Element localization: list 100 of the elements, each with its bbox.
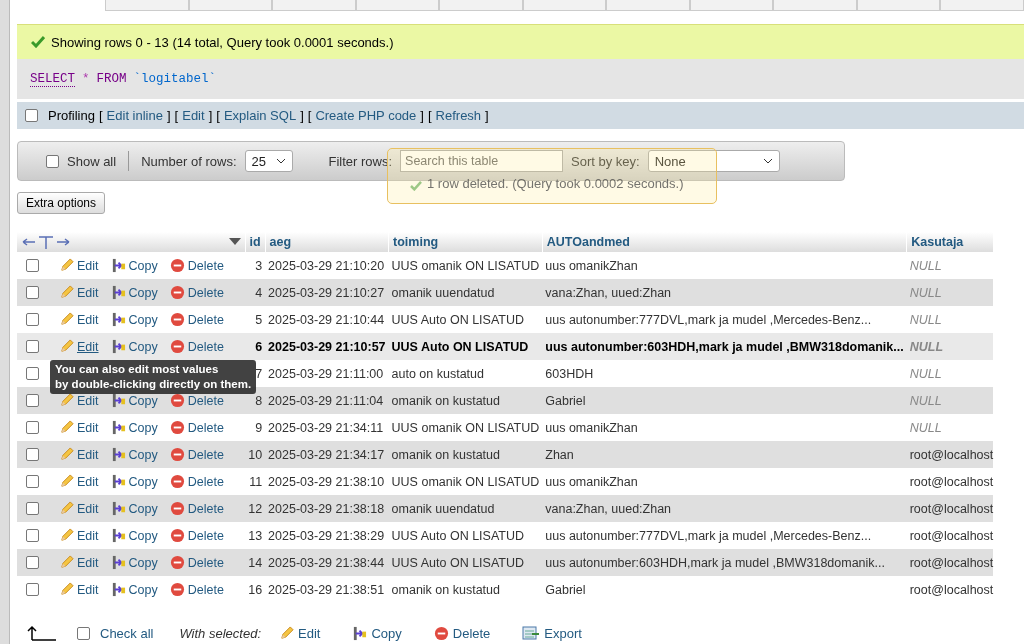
row-checkbox[interactable] <box>26 475 39 488</box>
table-cell: 2025-03-29 21:11:04 <box>265 387 389 414</box>
extra-options-button[interactable]: Extra options <box>17 192 106 214</box>
edit-link[interactable]: Edit <box>59 258 99 273</box>
table-cell: root@localhost <box>906 522 994 549</box>
copy-link[interactable]: Copy <box>110 447 158 462</box>
copy-icon <box>110 528 126 543</box>
table-cell: NULL <box>906 306 994 333</box>
row-checkbox[interactable] <box>26 583 39 596</box>
copy-link[interactable]: Copy <box>110 420 158 435</box>
copy-icon <box>110 312 126 327</box>
table-cell: 2025-03-29 21:38:18 <box>265 495 389 522</box>
copy-action[interactable]: Copy <box>352 625 402 641</box>
row-checkbox[interactable] <box>26 556 39 569</box>
copy-link[interactable]: Copy <box>110 312 158 327</box>
copy-link[interactable]: Copy <box>110 582 158 597</box>
table-cell: vana:Zhan, uued:Zhan <box>542 279 907 306</box>
pencil-icon <box>59 582 74 597</box>
copy-link[interactable]: Copy <box>110 528 158 543</box>
edit-link[interactable]: Edit <box>59 312 99 327</box>
copy-link[interactable]: Copy <box>110 474 158 489</box>
row-checkbox[interactable] <box>26 529 39 542</box>
table-cell: UUS omanik ON LISATUD <box>388 252 543 279</box>
bracket: [ <box>216 108 220 123</box>
profiling-link[interactable]: Refresh <box>435 108 482 123</box>
delete-link[interactable]: Delete <box>169 447 224 462</box>
filter-field[interactable]: Search this table <box>400 150 564 172</box>
table-cell: NULL <box>906 252 994 279</box>
row-checkbox[interactable] <box>26 448 39 461</box>
edit-link[interactable]: Edit <box>59 393 99 408</box>
rows-select[interactable]: 25 <box>244 150 293 172</box>
delete-link[interactable]: Delete <box>169 285 224 300</box>
copy-link[interactable]: Copy <box>110 258 158 273</box>
edit-link[interactable]: Edit <box>59 285 99 300</box>
profiling-label: Profiling <box>48 108 95 123</box>
copy-icon <box>110 501 126 516</box>
bracket: [ <box>427 108 432 123</box>
export-action[interactable]: Export <box>522 625 582 641</box>
table-cell: omanik on kustatud <box>388 387 543 414</box>
row-checkbox[interactable] <box>26 367 39 380</box>
row-checkbox[interactable] <box>26 394 39 407</box>
edit-link[interactable]: Edit <box>59 582 99 597</box>
copy-link[interactable]: Copy <box>110 393 158 408</box>
delete-link[interactable]: Delete <box>169 312 224 327</box>
check-all-checkbox[interactable] <box>77 626 90 640</box>
edit-link[interactable]: Edit <box>59 420 99 435</box>
delete-link[interactable]: Delete <box>169 555 224 570</box>
row-checkbox[interactable] <box>26 340 39 353</box>
table-cell: NULL <box>906 279 994 306</box>
row-checkbox[interactable] <box>26 313 39 326</box>
copy-link[interactable]: Copy <box>110 339 158 354</box>
sort-label: Sort by key: <box>571 153 640 169</box>
delete-action[interactable]: Delete <box>433 625 491 641</box>
show-all-checkbox[interactable] <box>46 154 59 168</box>
profiling-link[interactable]: Edit inline <box>106 108 163 123</box>
table-cell: uus omanikZhan <box>542 414 907 441</box>
edit-link[interactable]: Edit <box>59 555 99 570</box>
row-checkbox[interactable] <box>26 421 39 434</box>
sql-keyword: FROM <box>96 72 127 86</box>
copy-link[interactable]: Copy <box>110 285 158 300</box>
edit-link[interactable]: Edit <box>59 474 99 489</box>
delete-link[interactable]: Delete <box>169 501 224 516</box>
edit-action[interactable]: Edit <box>279 625 321 641</box>
profiling-link[interactable]: Edit <box>182 108 205 123</box>
row-checkbox[interactable] <box>26 502 39 515</box>
edit-link[interactable]: Edit <box>59 501 99 516</box>
copy-link[interactable]: Copy <box>110 501 158 516</box>
column-arrows-icon[interactable] <box>21 235 71 249</box>
table-cell: uus autonumber:603HDH,mark ja mudel ,BMW318domanik... <box>542 333 907 360</box>
profiling-link[interactable]: Create PHP code <box>315 108 417 123</box>
copy-icon <box>110 474 126 489</box>
dropdown-icon[interactable] <box>228 238 241 246</box>
pencil-icon <box>59 312 74 327</box>
edit-link[interactable]: Edit <box>59 339 99 354</box>
delete-icon <box>169 501 185 516</box>
delete-link[interactable]: Delete <box>169 393 224 408</box>
bracket: ] <box>300 108 304 123</box>
edit-link[interactable]: Edit <box>59 447 99 462</box>
check-all-link[interactable]: Check all <box>100 625 154 641</box>
table-cell: omanik uuendatud <box>388 495 543 522</box>
table-cell: uus omanikZhan <box>542 252 907 279</box>
delete-icon <box>169 555 185 570</box>
profiling-checkbox[interactable] <box>25 109 38 122</box>
delete-link[interactable]: Delete <box>169 474 224 489</box>
bracket: ] <box>485 108 489 123</box>
row-checkbox[interactable] <box>26 259 39 272</box>
sort-select[interactable]: None <box>647 150 780 172</box>
table-cell: 2025-03-29 21:11:00 <box>265 360 389 387</box>
delete-link[interactable]: Delete <box>169 258 224 273</box>
delete-link[interactable]: Delete <box>169 582 224 597</box>
row-checkbox[interactable] <box>26 286 39 299</box>
profiling-link[interactable]: Explain SQL <box>223 108 297 123</box>
delete-link[interactable]: Delete <box>169 420 224 435</box>
edit-link[interactable]: Edit <box>59 528 99 543</box>
bracket: ] <box>208 108 213 123</box>
table-cell: 2025-03-29 21:38:10 <box>265 468 389 495</box>
delete-link[interactable]: Delete <box>169 528 224 543</box>
table-cell: UUS omanik ON LISATUD <box>388 414 543 441</box>
delete-link[interactable]: Delete <box>169 339 224 354</box>
copy-link[interactable]: Copy <box>110 555 158 570</box>
